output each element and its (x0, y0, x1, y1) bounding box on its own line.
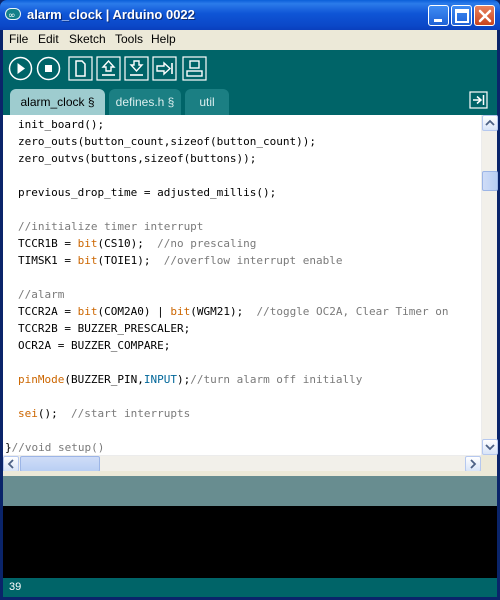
menu-edit[interactable]: Edit (38, 32, 59, 46)
close-button[interactable] (474, 5, 495, 26)
open-icon[interactable] (96, 56, 121, 81)
tab-bar: alarm_clock § defines.h § util (3, 87, 497, 115)
code-line: zero_outs(button_count,sizeof(button_cou… (18, 135, 317, 148)
code-area[interactable]: init_board(); zero_outs(button_count,siz… (3, 115, 481, 455)
menu-tools[interactable]: Tools (115, 32, 143, 46)
code-line-sei: sei(); //start interrupts (18, 407, 191, 420)
scrollbar-corner (481, 455, 497, 471)
code-line: TCCR2B = BUZZER_PRESCALER; (18, 322, 191, 335)
code-line: previous_drop_time = adjusted_millis(); (18, 186, 277, 199)
save-icon[interactable] (124, 56, 149, 81)
scroll-right-button[interactable] (465, 456, 481, 472)
menu-file[interactable]: File (9, 32, 28, 46)
menu-bar: File Edit Sketch Tools Help (3, 30, 497, 50)
scroll-down-button[interactable] (482, 439, 498, 455)
vertical-scrollbar[interactable] (481, 115, 498, 455)
line-number: 39 (9, 581, 22, 593)
minimize-button[interactable] (428, 5, 449, 26)
status-bar (3, 476, 497, 506)
tab-menu-icon[interactable] (469, 91, 488, 109)
toolbar (3, 50, 497, 87)
code-comment-line: //alarm (18, 288, 65, 301)
code-line-tccr1b: TCCR1B = bit(CS10); //no prescaling (18, 237, 257, 250)
stop-icon[interactable] (36, 56, 61, 81)
window-title: alarm_clock | Arduino 0022 (27, 7, 195, 22)
arduino-icon: ∞ (5, 8, 21, 21)
code-line: zero_outvs(buttons,sizeof(buttons)); (18, 152, 257, 165)
svg-text:∞: ∞ (8, 11, 16, 21)
tab-alarm-clock[interactable]: alarm_clock § (10, 89, 105, 115)
serial-monitor-icon[interactable] (182, 56, 207, 81)
code-line-pinmode: pinMode(BUZZER_PIN,INPUT);//turn alarm o… (18, 373, 363, 386)
verify-icon[interactable] (8, 56, 33, 81)
scroll-left-button[interactable] (3, 456, 19, 472)
code-comment-line: //initialize timer interrupt (18, 220, 204, 233)
tab-defines-h[interactable]: defines.h § (109, 89, 181, 115)
code-line: init_board(); (18, 118, 105, 131)
arduino-window: ∞ alarm_clock | Arduino 0022 File Edit S… (0, 0, 500, 600)
console-output[interactable] (3, 506, 497, 578)
horizontal-scroll-thumb[interactable] (20, 456, 100, 472)
scroll-up-button[interactable] (482, 115, 498, 131)
tab-util[interactable]: util (185, 89, 229, 115)
menu-sketch[interactable]: Sketch (69, 32, 106, 46)
title-bar[interactable]: ∞ alarm_clock | Arduino 0022 (0, 0, 500, 30)
menu-help[interactable]: Help (151, 32, 176, 46)
new-icon[interactable] (68, 56, 93, 81)
horizontal-scrollbar[interactable] (3, 455, 481, 472)
code-line-timsk1: TIMSK1 = bit(TOIE1); //overflow interrup… (18, 254, 343, 267)
code-editor[interactable]: init_board(); zero_outs(button_count,siz… (3, 115, 498, 472)
code-line-tccr2a: TCCR2A = bit(COM2A0) | bit(WGM21); //tog… (18, 305, 449, 318)
maximize-button[interactable] (451, 5, 472, 26)
upload-icon[interactable] (152, 56, 177, 81)
vertical-scroll-thumb[interactable] (482, 171, 498, 191)
code-line: OCR2A = BUZZER_COMPARE; (18, 339, 171, 352)
line-number-bar: 39 (3, 578, 497, 597)
code-line-closing: }//void setup() (5, 441, 105, 454)
